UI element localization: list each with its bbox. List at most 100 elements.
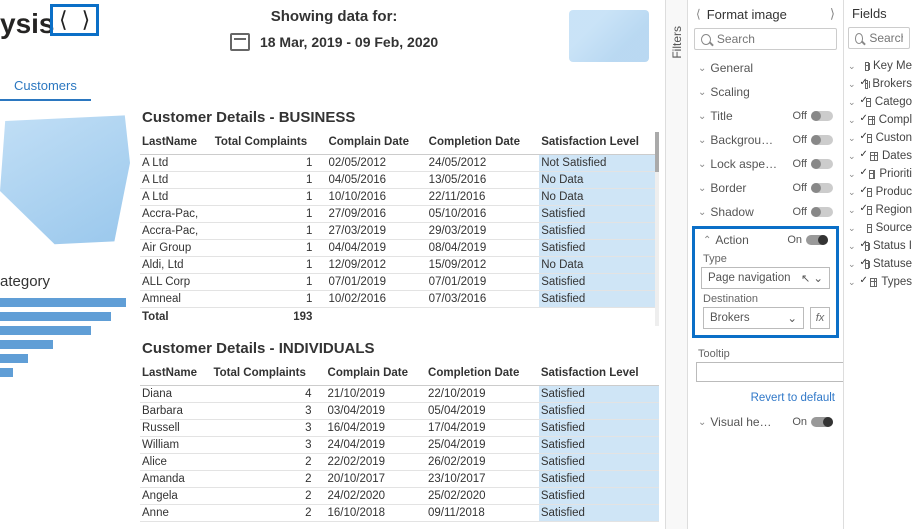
total-label: Total: [140, 308, 213, 327]
action-destination-label: Destination: [699, 289, 832, 307]
col-satisfaction[interactable]: Satisfaction Level: [539, 132, 659, 155]
table-row[interactable]: Accra-Pac,127/09/201605/10/2016Satisfied: [140, 206, 659, 223]
toggle-background[interactable]: [811, 135, 833, 145]
field-item[interactable]: ⌄Types: [844, 273, 914, 291]
action-destination-dropdown[interactable]: Brokers⌄: [703, 307, 804, 329]
table-row[interactable]: ALL Corp107/01/201907/01/2019Satisfied: [140, 274, 659, 291]
report-tabs: Customers: [0, 72, 665, 101]
check-icon: [860, 259, 862, 269]
col-total[interactable]: Total Complaints: [213, 132, 327, 155]
table-row[interactable]: Alice222/02/201926/02/2019Satisfied: [140, 454, 659, 471]
revert-to-default[interactable]: Revert to default: [688, 386, 843, 410]
table-row[interactable]: Russell316/04/201917/04/2019Satisfied: [140, 420, 659, 437]
field-label: Statuse: [873, 258, 912, 270]
field-item[interactable]: ⌄Dates: [844, 147, 914, 165]
mini-map-visual[interactable]: [569, 10, 649, 62]
business-table[interactable]: LastName Total Complaints Complain Date …: [140, 132, 659, 326]
table-row[interactable]: William324/04/201925/04/2019Satisfied: [140, 437, 659, 454]
table-row[interactable]: Amanda220/10/201723/10/2017Satisfied: [140, 471, 659, 488]
table-row[interactable]: Angela224/02/202025/02/2020Satisfied: [140, 488, 659, 505]
col-complain[interactable]: Complain Date: [326, 363, 427, 386]
field-label: Compl: [879, 114, 912, 126]
prop-title[interactable]: ⌄TitleOff: [688, 104, 843, 128]
col-lastname[interactable]: LastName: [140, 363, 211, 386]
check-icon: [860, 79, 861, 89]
search-icon: [701, 34, 711, 45]
table-row[interactable]: A Ltd110/10/201622/11/2016No Data: [140, 189, 659, 206]
map-visual[interactable]: [0, 107, 130, 247]
table-row[interactable]: A Ltd102/05/201224/05/2012Not Satisfied: [140, 155, 659, 172]
action-type-dropdown[interactable]: Page navigation ↖ ⌄: [701, 267, 830, 289]
field-label: Types: [881, 276, 912, 288]
prop-shadow[interactable]: ⌄ShadowOff: [688, 200, 843, 224]
table-row[interactable]: Barbara303/04/201905/04/2019Satisfied: [140, 403, 659, 420]
col-total[interactable]: Total Complaints: [211, 363, 325, 386]
prop-general[interactable]: ⌄General: [688, 56, 843, 80]
category-bar-chart[interactable]: [0, 298, 134, 377]
toggle-visual-header[interactable]: [811, 417, 833, 427]
total-value: 193: [213, 308, 327, 327]
toggle-border[interactable]: [811, 183, 833, 193]
tab-customers[interactable]: Customers: [0, 72, 91, 101]
toggle-title[interactable]: [811, 111, 833, 121]
field-label: Prioriti: [879, 168, 912, 180]
toggle-lock[interactable]: [811, 159, 833, 169]
check-icon: [860, 61, 862, 71]
prop-background[interactable]: ⌄Backgrou…Off: [688, 128, 843, 152]
field-item[interactable]: ⌄Brokers: [844, 75, 914, 93]
table-row[interactable]: A Ltd104/05/201613/05/2016No Data: [140, 172, 659, 189]
table-row[interactable]: Air Group104/04/201908/04/2019Satisfied: [140, 240, 659, 257]
toggle-action[interactable]: [806, 235, 828, 245]
col-complain[interactable]: Complain Date: [326, 132, 426, 155]
individuals-table[interactable]: LastName Total Complaints Complain Date …: [140, 363, 659, 522]
table-row[interactable]: Amneal110/02/201607/03/2016Satisfied: [140, 291, 659, 308]
table-scrollbar[interactable]: [655, 132, 659, 172]
action-destination-fx[interactable]: fx: [810, 307, 830, 329]
table-icon: [869, 170, 876, 179]
field-label: Source: [876, 222, 912, 234]
table-row[interactable]: Diana421/10/201922/10/2019Satisfied: [140, 386, 659, 403]
field-item[interactable]: ⌄Statuse: [844, 255, 914, 273]
field-item[interactable]: ⌄Compl: [844, 111, 914, 129]
next-page-button[interactable]: ⟩: [82, 9, 91, 31]
field-item[interactable]: ⌄Catego: [844, 93, 914, 111]
field-label: Status I: [873, 240, 912, 252]
table-row[interactable]: Accra-Pac,127/03/201929/03/2019Satisfied: [140, 223, 659, 240]
fields-pane: Fields ⌄Key Me⌄Brokers⌄Catego⌄Compl⌄Cust…: [843, 0, 914, 529]
fields-search[interactable]: [848, 27, 910, 49]
field-label: Produc: [876, 186, 912, 198]
prop-border[interactable]: ⌄BorderOff: [688, 176, 843, 200]
col-satisfaction[interactable]: Satisfaction Level: [539, 363, 659, 386]
col-completion[interactable]: Completion Date: [427, 132, 540, 155]
prev-page-button[interactable]: ⟨: [59, 9, 68, 31]
format-back-icon[interactable]: ⟨: [696, 7, 701, 21]
format-search-input[interactable]: [717, 32, 830, 46]
field-item[interactable]: ⌄Custon: [844, 129, 914, 147]
table-row[interactable]: Anne216/10/201809/11/2018Satisfied: [140, 505, 659, 522]
prop-scaling[interactable]: ⌄Scaling: [688, 80, 843, 104]
field-item[interactable]: ⌄Produc: [844, 183, 914, 201]
col-lastname[interactable]: LastName: [140, 132, 213, 155]
prop-action[interactable]: ⌃ActionOn: [699, 231, 832, 249]
table-icon: [870, 278, 878, 287]
individuals-table-title: Customer Details - INDIVIDUALS: [142, 340, 659, 357]
table-row[interactable]: Aldi, Ltd112/09/201215/09/2012No Data: [140, 257, 659, 274]
field-item[interactable]: ⌄Status I: [844, 237, 914, 255]
field-item[interactable]: ⌄Prioriti: [844, 165, 914, 183]
prop-lock-aspect[interactable]: ⌄Lock aspe…Off: [688, 152, 843, 176]
page-nav-buttons: ⟨ ⟩: [50, 4, 99, 36]
field-item[interactable]: ⌄Region: [844, 201, 914, 219]
prop-visual-header[interactable]: ⌄Visual he…On: [688, 410, 843, 434]
date-range-label: Showing data for:: [99, 8, 569, 25]
format-forward-icon[interactable]: ⟩: [830, 6, 835, 22]
field-item[interactable]: ⌄Key Me: [844, 57, 914, 75]
filters-pane-collapsed[interactable]: Filters: [665, 0, 687, 529]
check-icon: [860, 277, 866, 287]
col-completion[interactable]: Completion Date: [426, 363, 539, 386]
fields-search-input[interactable]: [869, 31, 903, 45]
toggle-shadow[interactable]: [811, 207, 833, 217]
field-item[interactable]: ⌄Source: [844, 219, 914, 237]
field-label: Key Me: [873, 60, 912, 72]
format-search[interactable]: [694, 28, 837, 50]
table-icon: [867, 188, 872, 197]
